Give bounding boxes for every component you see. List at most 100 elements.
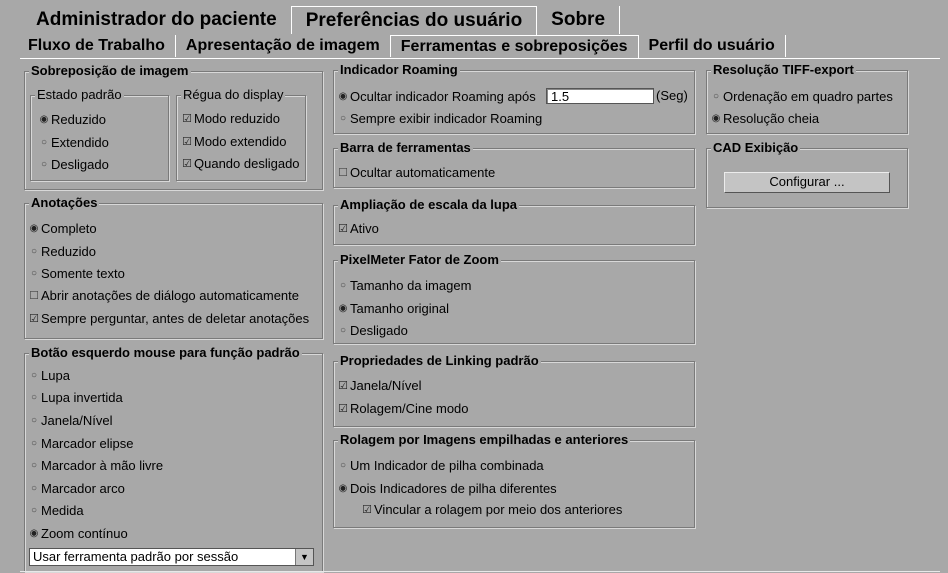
anotacoes-reduzido-radio[interactable]: Reduzido — [29, 243, 96, 260]
lupa-title: Ampliação de escala da lupa — [338, 197, 520, 213]
regua-modo-extendido-checkbox[interactable]: Modo extendido — [182, 134, 287, 150]
main-tabs: Administrador do paciente Preferências d… — [20, 6, 621, 35]
dois-indicadores-radio[interactable]: Dois Indicadores de pilha diferentes — [338, 480, 557, 497]
pixelmeter-tamanho-original-radio[interactable]: Tamanho original — [338, 300, 449, 317]
funcao-lupa-radio[interactable]: Lupa — [29, 367, 70, 384]
funcao-zoom-continuo-radio[interactable]: Zoom contínuo — [29, 525, 128, 542]
roaming-seconds-input[interactable]: 1.5 — [546, 88, 654, 104]
lupa-ativo-checkbox[interactable]: Ativo — [338, 221, 379, 237]
tab-perfil-do-usuario[interactable]: Perfil do usuário — [639, 35, 786, 57]
roaming-group: Indicador Roaming Ocultar indicador Roam… — [333, 62, 695, 134]
funcao-zoom-continuo-label: Zoom contínuo — [41, 525, 128, 541]
barra-ferramentas-group: Barra de ferramentas Ocultar automaticam… — [333, 140, 695, 188]
funcao-janela-nivel-label: Janela/Nível — [41, 412, 113, 428]
configurar-button[interactable]: Configurar ... — [724, 172, 890, 193]
radio-button-icon — [338, 457, 348, 474]
tab-sobre[interactable]: Sobre — [537, 6, 621, 34]
um-indicador-radio[interactable]: Um Indicador de pilha combinada — [338, 457, 544, 474]
checkbox-icon — [182, 111, 192, 127]
sempre-perguntar-label: Sempre perguntar, antes de deletar anota… — [41, 311, 310, 326]
anotacoes-completo-radio[interactable]: Completo — [29, 220, 97, 237]
checkbox-icon — [338, 221, 348, 237]
pixelmeter-tamanho-imagem-radio[interactable]: Tamanho da imagem — [338, 277, 471, 294]
regua-quando-desligado-label: Quando desligado — [194, 156, 300, 171]
linking-rolagem-cine-checkbox[interactable]: Rolagem/Cine modo — [338, 401, 469, 417]
linking-janela-nivel-checkbox[interactable]: Janela/Nível — [338, 378, 422, 394]
estado-padrao-group: Estado padrão Reduzido Extendido Desliga… — [30, 87, 169, 181]
barra-ferramentas-title: Barra de ferramentas — [338, 140, 473, 156]
estado-desligado-label: Desligado — [51, 156, 109, 172]
radio-button-icon — [29, 367, 39, 384]
ocultar-roaming-radio[interactable]: Ocultar indicador Roaming após — [338, 88, 536, 105]
linking-janela-nivel-label: Janela/Nível — [350, 378, 422, 393]
linking-group: Propriedades de Linking padrão Janela/Ní… — [333, 353, 695, 427]
ferramenta-padrao-select[interactable]: Usar ferramenta padrão por sessão ▼ — [29, 548, 314, 566]
checkbox-icon — [182, 134, 192, 150]
ordenacao-quadro-partes-label: Ordenação em quadro partes — [723, 88, 893, 104]
funcao-medida-radio[interactable]: Medida — [29, 502, 84, 519]
estado-desligado-radio[interactable]: Desligado — [39, 156, 109, 173]
radio-button-icon — [338, 277, 348, 294]
pixelmeter-desligado-label: Desligado — [350, 322, 408, 338]
pixelmeter-group: PixelMeter Fator de Zoom Tamanho da imag… — [333, 252, 695, 344]
pixelmeter-tamanho-imagem-label: Tamanho da imagem — [350, 277, 472, 293]
radio-button-icon — [29, 389, 39, 406]
dois-indicadores-label: Dois Indicadores de pilha diferentes — [350, 480, 557, 496]
sempre-exibir-roaming-radio[interactable]: Sempre exibir indicador Roaming — [338, 110, 542, 127]
rolagem-group: Rolagem por Imagens empilhadas e anterio… — [333, 432, 695, 528]
anotacoes-group: Anotações Completo Reduzido Somente text… — [24, 195, 323, 339]
vincular-rolagem-checkbox[interactable]: Vincular a rolagem por meio dos anterior… — [362, 502, 622, 518]
regua-modo-reduzido-checkbox[interactable]: Modo reduzido — [182, 111, 280, 127]
funcao-marcador-mao-livre-radio[interactable]: Marcador à mão livre — [29, 457, 163, 474]
ocultar-automaticamente-checkbox[interactable]: Ocultar automaticamente — [338, 165, 495, 181]
sempre-exibir-roaming-label: Sempre exibir indicador Roaming — [350, 110, 543, 126]
tab-fluxo-de-trabalho[interactable]: Fluxo de Trabalho — [20, 35, 176, 57]
regua-quando-desligado-checkbox[interactable]: Quando desligado — [182, 156, 300, 172]
chevron-down-icon[interactable]: ▼ — [295, 549, 313, 565]
ferramenta-padrao-value: Usar ferramenta padrão por sessão — [33, 549, 239, 564]
resolucao-cheia-radio[interactable]: Resolução cheia — [711, 110, 819, 127]
estado-reduzido-radio[interactable]: Reduzido — [39, 111, 106, 128]
radio-button-icon — [338, 322, 348, 339]
funcao-lupa-invertida-radio[interactable]: Lupa invertida — [29, 389, 123, 406]
radio-button-icon — [29, 220, 39, 237]
sempre-perguntar-checkbox[interactable]: Sempre perguntar, antes de deletar anota… — [29, 311, 309, 327]
anotacoes-somente-texto-radio[interactable]: Somente texto — [29, 265, 125, 282]
abrir-anotacoes-checkbox[interactable]: Abrir anotações de diálogo automaticamen… — [29, 288, 299, 304]
linking-title: Propriedades de Linking padrão — [338, 353, 541, 369]
pixelmeter-tamanho-original-label: Tamanho original — [350, 300, 450, 316]
radio-button-icon — [338, 300, 348, 317]
checkbox-icon — [362, 502, 372, 518]
radio-button-icon — [711, 110, 721, 127]
pixelmeter-desligado-radio[interactable]: Desligado — [338, 322, 408, 339]
checkbox-icon — [182, 156, 192, 172]
anotacoes-reduzido-label: Reduzido — [41, 243, 96, 259]
radio-button-icon — [29, 502, 39, 519]
regua-display-title: Régua do display — [181, 87, 286, 103]
linking-rolagem-cine-label: Rolagem/Cine modo — [350, 401, 469, 416]
tab-administrador-do-paciente[interactable]: Administrador do paciente — [20, 6, 292, 34]
funcao-lupa-label: Lupa — [41, 367, 70, 383]
funcao-janela-nivel-radio[interactable]: Janela/Nível — [29, 412, 113, 429]
estado-padrao-title: Estado padrão — [35, 87, 124, 103]
tab-preferencias-do-usuario[interactable]: Preferências do usuário — [291, 6, 538, 35]
checkbox-icon — [29, 288, 39, 304]
radio-button-icon — [29, 265, 39, 282]
sub-tabs: Fluxo de Trabalho Apresentação de imagem… — [20, 35, 786, 58]
sobreposicao-group: Sobreposição de imagem Estado padrão Red… — [24, 63, 323, 190]
regua-display-group: Régua do display Modo reduzido Modo exte… — [176, 87, 306, 181]
tab-apresentacao-de-imagem[interactable]: Apresentação de imagem — [176, 35, 391, 57]
radio-button-icon — [29, 480, 39, 497]
regua-modo-extendido-label: Modo extendido — [194, 134, 287, 149]
funcao-marcador-elipse-radio[interactable]: Marcador elipse — [29, 435, 134, 452]
radio-button-icon — [29, 243, 39, 260]
estado-extendido-radio[interactable]: Extendido — [39, 134, 109, 151]
radio-button-icon — [29, 457, 39, 474]
tab-ferramentas-e-sobreposicoes[interactable]: Ferramentas e sobreposições — [390, 35, 639, 58]
ordenacao-quadro-partes-radio[interactable]: Ordenação em quadro partes — [711, 88, 893, 105]
radio-button-icon — [39, 156, 49, 173]
tiff-group: Resolução TIFF-export Ordenação em quadr… — [706, 62, 908, 134]
funcao-marcador-arco-radio[interactable]: Marcador arco — [29, 480, 125, 497]
abrir-anotacoes-label: Abrir anotações de diálogo automaticamen… — [41, 288, 299, 303]
anotacoes-title: Anotações — [29, 195, 100, 211]
